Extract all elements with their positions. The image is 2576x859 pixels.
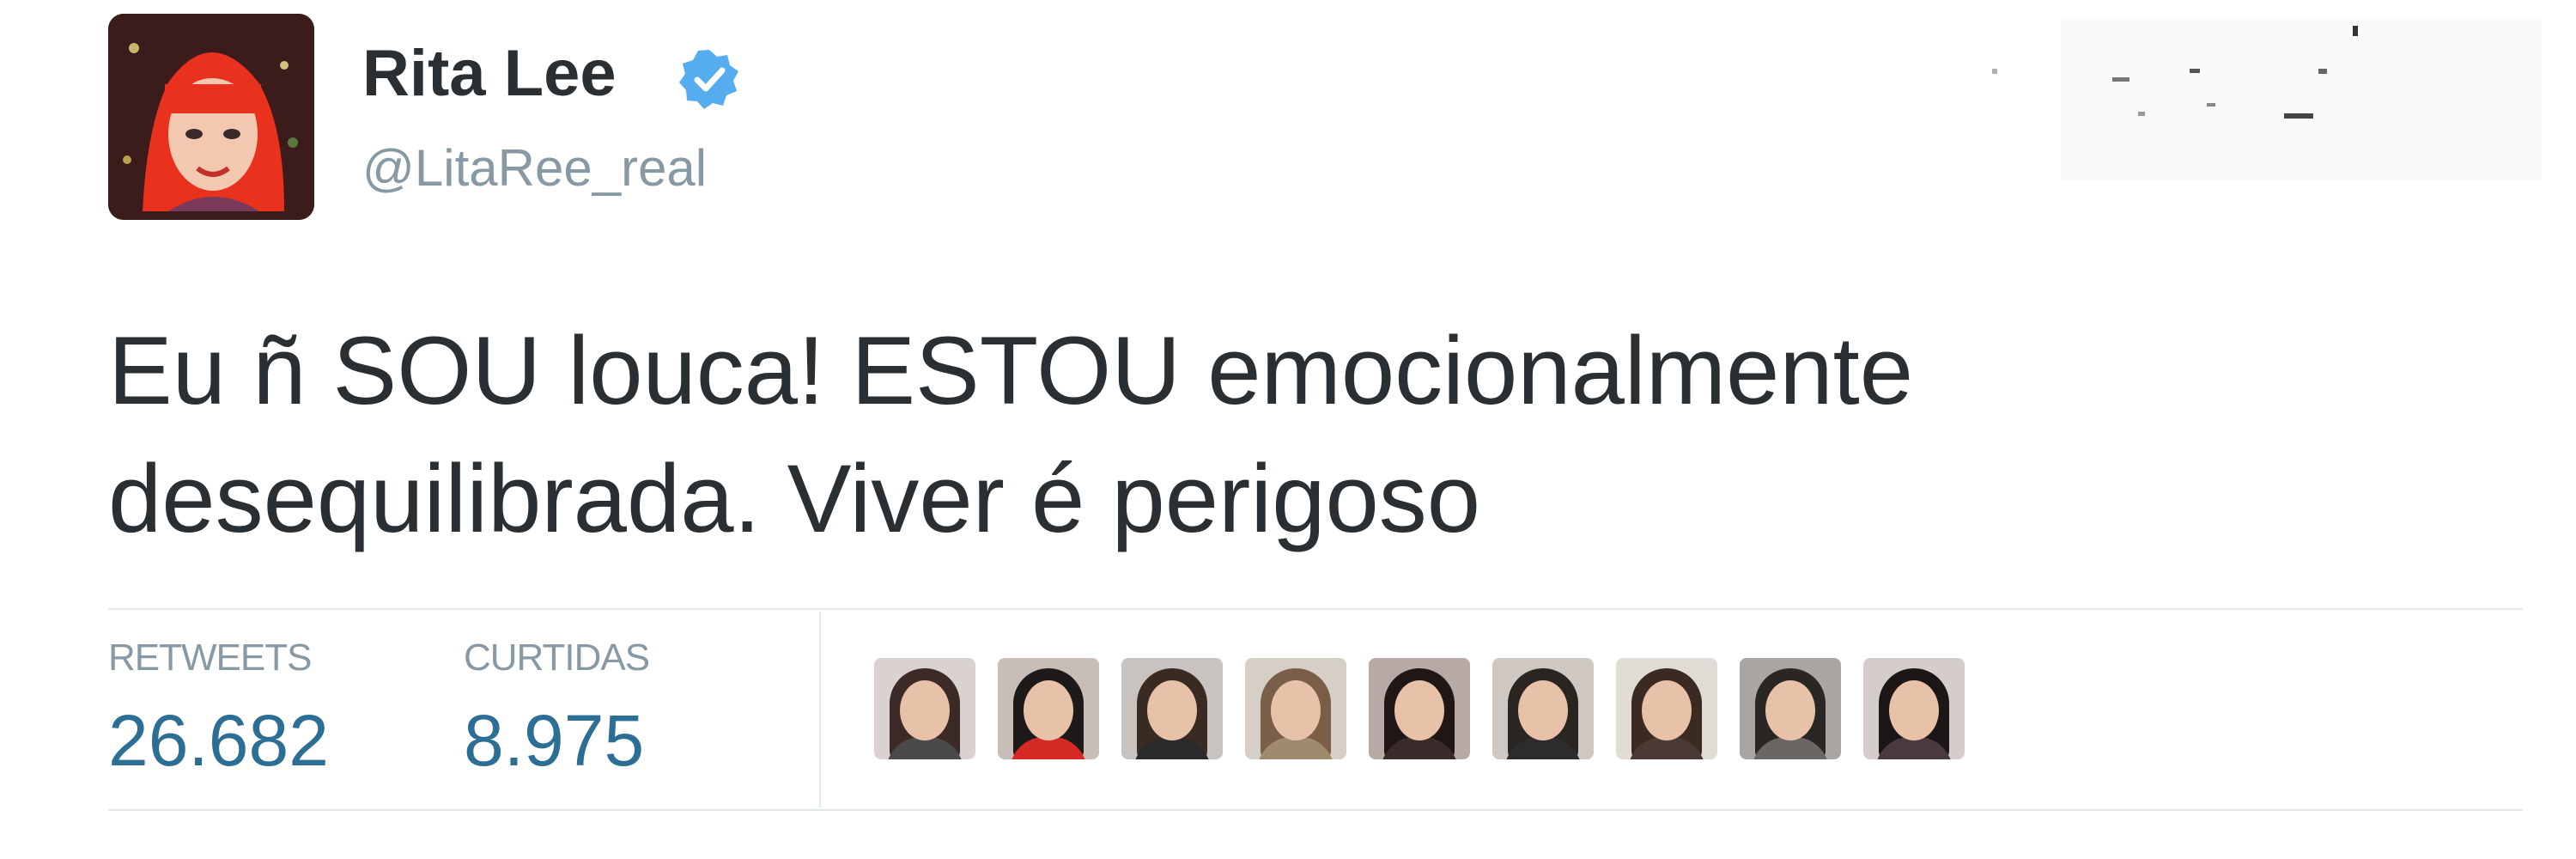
divider [108,608,2523,610]
retweets-label: RETWEETS [108,637,312,679]
tweet-text-line: desequilibrada. Viver é perigoso [108,444,1481,552]
tweet-stats: RETWEETS 26.682 CURTIDAS 8.975 [108,608,2523,814]
likes-count: 8.975 [464,700,645,781]
liker-avatar[interactable] [1245,658,1346,759]
liker-avatar[interactable] [1863,658,1965,759]
liker-avatar[interactable] [874,658,975,759]
liker-avatar[interactable] [1616,658,1717,759]
profile-avatar[interactable] [108,14,314,220]
likes-stat[interactable]: CURTIDAS 8.975 [464,637,650,781]
retweets-stat[interactable]: RETWEETS 26.682 [108,639,329,777]
liker-avatar[interactable] [1740,658,1841,759]
divider [108,809,2523,811]
verified-badge-icon [679,50,738,109]
likes-label: CURTIDAS [464,637,650,679]
tweet-text: Eu ñ SOU louca! ESTOU emocionalmente des… [108,308,2427,564]
liker-avatar[interactable] [1369,658,1470,759]
divider [819,612,821,807]
liker-avatar[interactable] [1492,658,1594,759]
display-name[interactable]: Rita Lee [362,41,617,107]
tweet-text-line: Eu ñ SOU louca! ESTOU emocionalmente [108,317,1914,424]
liker-avatar[interactable] [1121,658,1223,759]
retweets-count: 26.682 [108,700,329,781]
follow-area-artifacts [1992,17,2542,180]
liker-avatars [874,658,1965,759]
user-handle[interactable]: @LitaRee_real [362,143,707,194]
liker-avatar[interactable] [998,658,1099,759]
redhead-cartoon-avatar-icon [108,14,314,220]
